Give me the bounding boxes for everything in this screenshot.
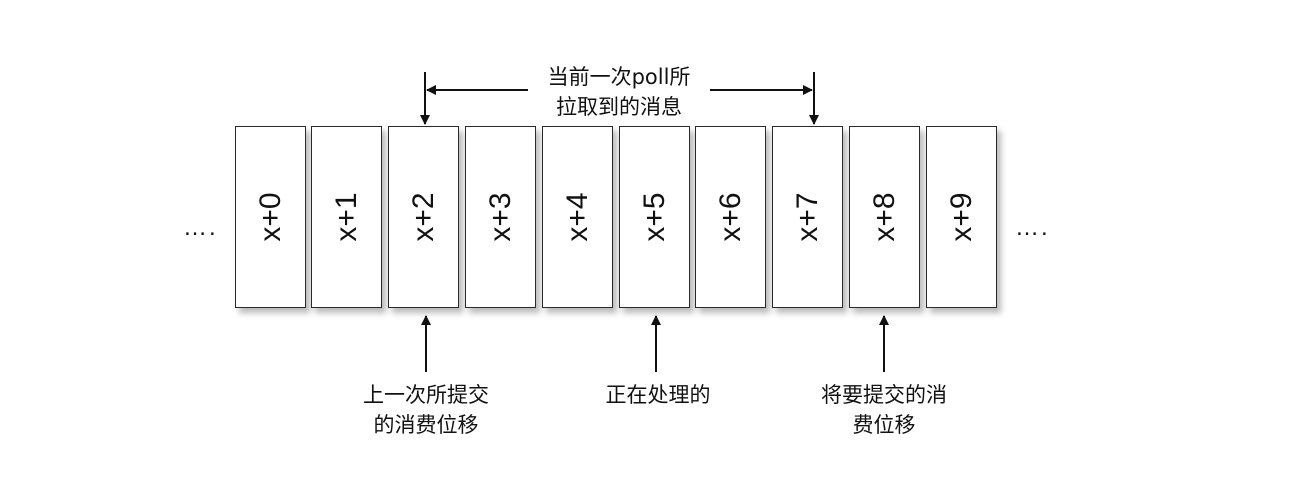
processing-caption-line1: 正在处理的: [605, 383, 711, 407]
committed-offset-caption-line1: 上一次所提交: [363, 383, 489, 407]
committed-offset-caption-line2: 的消费位移: [373, 413, 479, 437]
to-commit-offset-caption-line1: 将要提交的消: [821, 383, 947, 407]
to-commit-offset-caption-line2: 费位移: [852, 413, 916, 437]
committed-offset-caption: 上一次所提交 的消费位移: [363, 380, 489, 440]
to-commit-offset-caption: 将要提交的消 费位移: [821, 380, 947, 440]
processing-caption: 正在处理的: [606, 380, 711, 410]
poll-range-caption: 当前一次poll所 拉取到的消息: [548, 62, 691, 122]
poll-range-caption-line1: 当前一次poll所: [547, 65, 691, 89]
offset-diagram: …. x+0 x+1 x+2 x+3 x+4 x+5 x+6 x+7 x+8 x…: [0, 0, 1300, 477]
poll-range-caption-line2: 拉取到的消息: [555, 95, 682, 119]
